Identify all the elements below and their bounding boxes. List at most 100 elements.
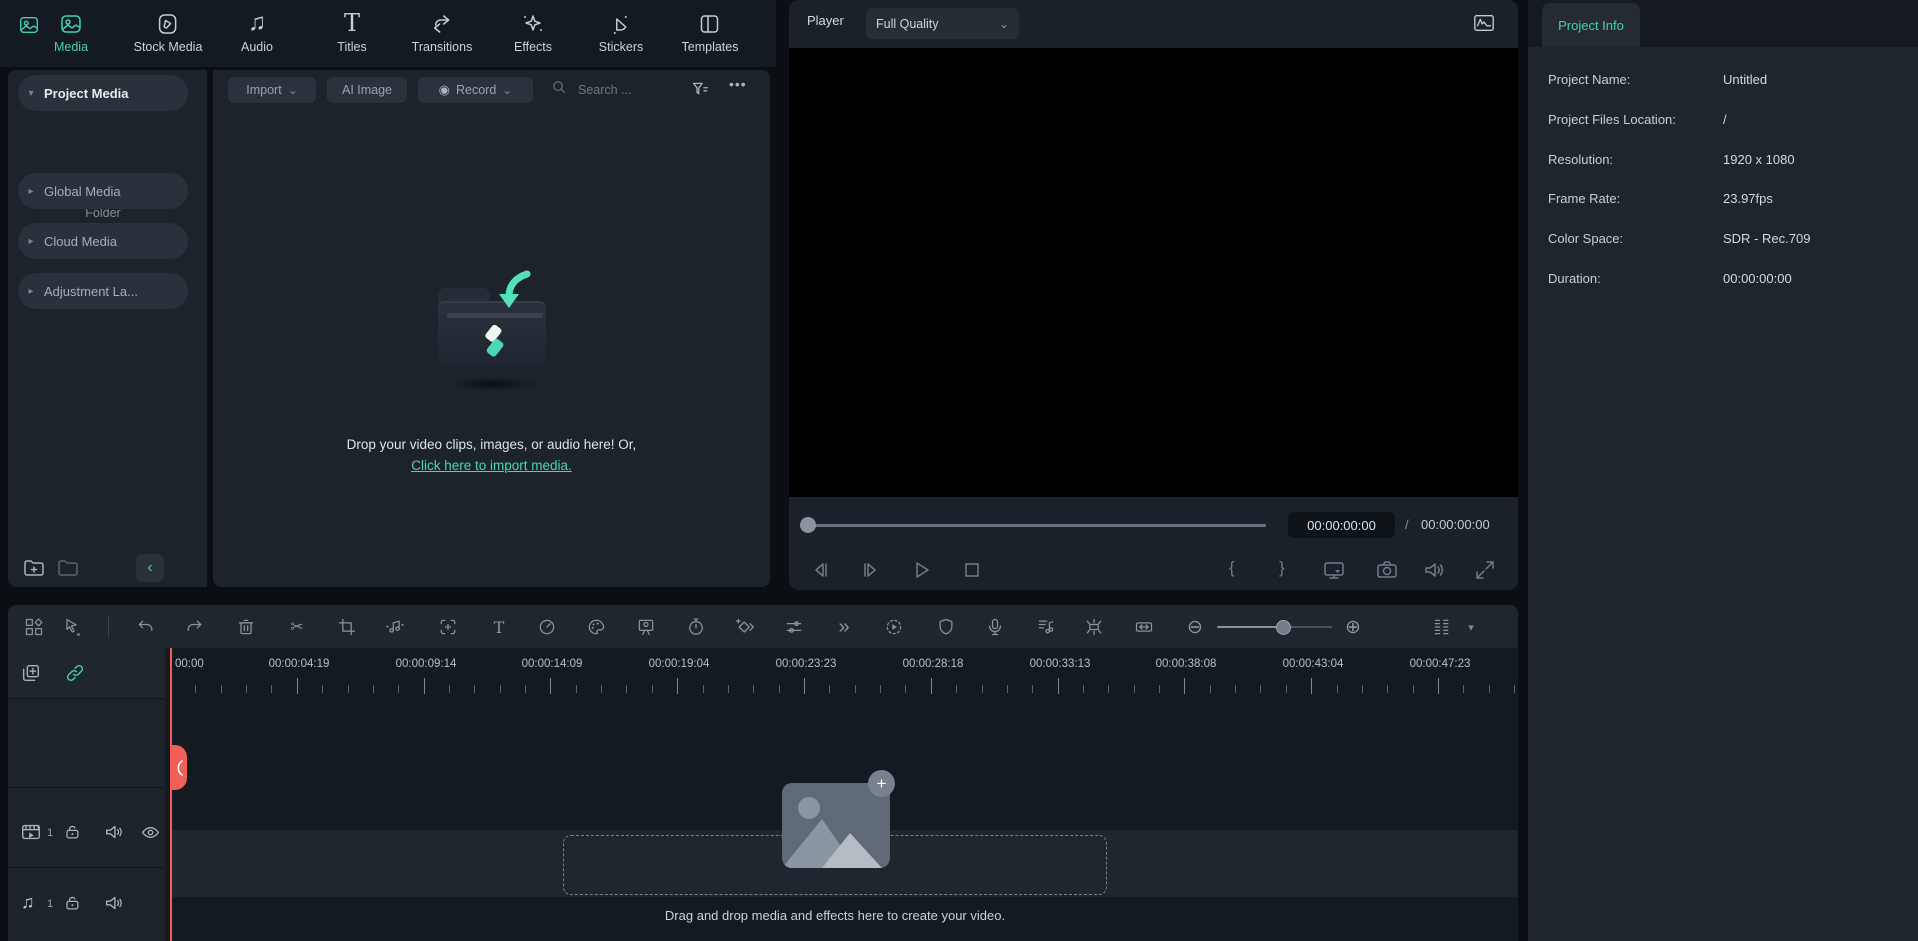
play-button[interactable]: [909, 558, 935, 584]
more-tools-icon[interactable]: »: [833, 616, 855, 638]
tab-stickers[interactable]: Stickers: [599, 8, 643, 54]
tab-stock-media[interactable]: Stock Media: [134, 8, 203, 54]
triangle-right-icon: ▸: [18, 236, 44, 247]
project-name-value: Untitled: [1723, 72, 1767, 87]
select-tool-icon[interactable]: [61, 616, 83, 638]
record-button[interactable]: ◉ Record ⌄: [418, 77, 533, 103]
track-manager-icon[interactable]: [1431, 616, 1453, 638]
crop-icon[interactable]: [336, 616, 358, 638]
timeline-ruler[interactable]: 00:00 00:00:04:19 00:00:09:14 00:00:14:0…: [8, 648, 1518, 696]
import-button[interactable]: Import ⌄: [228, 77, 316, 103]
templates-icon: [682, 8, 739, 36]
player-label: Player: [807, 13, 844, 28]
import-media-link[interactable]: Click here to import media.: [213, 458, 770, 473]
player-panel: Player Full Quality ⌄ 00:00:00:00 / 00:0…: [789, 0, 1518, 590]
files-location-value: /: [1723, 112, 1727, 127]
fullscreen-button[interactable]: [1473, 558, 1499, 584]
triangle-right-icon: ▸: [18, 186, 44, 197]
voiceover-mic-icon[interactable]: [984, 616, 1006, 638]
files-location-label: Project Files Location:: [1548, 112, 1676, 127]
sidebar-item-cloud-media[interactable]: ▸ Cloud Media: [18, 223, 188, 259]
tab-templates[interactable]: Templates: [682, 8, 739, 54]
delete-icon[interactable]: [235, 616, 257, 638]
delete-folder-icon[interactable]: [56, 556, 82, 582]
media-manager-icon[interactable]: [23, 616, 45, 638]
track-manager-dropdown-icon[interactable]: ▾: [1460, 616, 1482, 638]
zoom-out-icon[interactable]: ⊖: [1184, 616, 1206, 638]
color-space-value: SDR - Rec.709: [1723, 231, 1810, 246]
collapse-left-icon: ‹: [147, 559, 152, 577]
text-tool-icon[interactable]: T: [488, 616, 510, 638]
filmora-app-window: Media Stock Media ♫ Audio T Titles Trans…: [0, 0, 1918, 941]
fit-timeline-icon[interactable]: [1133, 616, 1155, 638]
new-folder-icon[interactable]: [22, 556, 48, 582]
mark-out-button[interactable]: }: [1279, 558, 1285, 578]
duration-label: Duration:: [1548, 271, 1601, 286]
chroma-key-icon[interactable]: [635, 616, 657, 638]
video-mute-icon[interactable]: [103, 821, 125, 843]
color-space-label: Color Space:: [1548, 231, 1623, 246]
render-preview-icon[interactable]: [883, 616, 905, 638]
snapshot-button[interactable]: [1375, 558, 1401, 584]
tab-titles[interactable]: T Titles: [337, 8, 366, 54]
sidebar-item-project-media[interactable]: ▾ Project Media: [18, 75, 188, 111]
quick-split-icon[interactable]: [1083, 616, 1105, 638]
tab-transitions[interactable]: Transitions: [412, 8, 473, 54]
timer-icon[interactable]: [685, 616, 707, 638]
undo-icon[interactable]: [135, 616, 157, 638]
scopes-icon[interactable]: [1472, 12, 1496, 34]
video-lock-icon[interactable]: [62, 822, 84, 844]
audio-lock-icon[interactable]: [62, 893, 84, 915]
ai-image-button[interactable]: AI Image: [327, 77, 407, 103]
adjustment-icon[interactable]: [783, 616, 805, 638]
mark-in-button[interactable]: {: [1229, 558, 1235, 578]
previous-frame-button[interactable]: [809, 558, 835, 584]
chevron-down-icon: ⌄: [288, 85, 298, 95]
more-options-icon[interactable]: •••: [729, 76, 747, 92]
duration-value: 00:00:00:00: [1723, 271, 1792, 286]
audio-stretch-icon[interactable]: [1035, 616, 1057, 638]
shield-icon[interactable]: [935, 616, 957, 638]
tab-effects[interactable]: Effects: [514, 8, 552, 54]
seek-handle[interactable]: [800, 517, 816, 533]
quality-select[interactable]: Full Quality ⌄: [866, 8, 1019, 39]
tab-project-info[interactable]: Project Info: [1542, 3, 1640, 47]
collapse-sidebar-button[interactable]: ‹: [136, 554, 164, 582]
keyframe-icon[interactable]: [734, 616, 756, 638]
seek-bar[interactable]: [808, 524, 1266, 527]
video-visibility-icon[interactable]: [140, 822, 162, 844]
volume-button[interactable]: [1422, 558, 1448, 584]
display-device-button[interactable]: [1322, 558, 1348, 584]
add-media-plus-icon[interactable]: +: [868, 770, 895, 797]
next-frame-button[interactable]: [858, 558, 884, 584]
sidebar-item-adjustment-layer[interactable]: ▸ Adjustment La...: [18, 273, 188, 309]
redo-icon[interactable]: [183, 616, 205, 638]
search-input[interactable]: Search ...: [551, 77, 632, 103]
stop-button[interactable]: [960, 558, 986, 584]
record-icon: ◉: [439, 82, 450, 98]
zoom-in-icon[interactable]: ⊕: [1342, 616, 1364, 638]
filter-icon[interactable]: [690, 79, 711, 105]
search-icon: [551, 79, 568, 101]
sidebar-item-global-media[interactable]: ▸ Global Media: [18, 173, 188, 209]
timeline-zoom-handle[interactable]: [1276, 620, 1291, 635]
speed-icon[interactable]: [536, 616, 558, 638]
drop-hint-text: Drop your video clips, images, or audio …: [213, 437, 770, 452]
timeline-zoom-slider[interactable]: [1217, 626, 1332, 628]
playhead-line[interactable]: [170, 648, 172, 941]
playhead-handle[interactable]: [172, 745, 187, 790]
split-scissors-icon[interactable]: ✂: [286, 616, 308, 638]
audio-detach-icon[interactable]: [384, 616, 406, 638]
color-palette-icon[interactable]: [585, 616, 607, 638]
project-name-label: Project Name:: [1548, 72, 1630, 87]
tab-audio[interactable]: ♫ Audio: [241, 8, 273, 54]
add-freeze-frame-icon[interactable]: [437, 616, 459, 638]
audio-mute-icon[interactable]: [103, 892, 125, 914]
timeline-area: 1 ♫ 1 00:00 00:00:04:: [8, 648, 1518, 941]
top-nav-bar: Media Stock Media ♫ Audio T Titles Trans…: [0, 0, 776, 67]
tab-media[interactable]: Media: [54, 8, 88, 54]
triangle-down-icon: ▾: [18, 88, 44, 99]
current-timecode[interactable]: 00:00:00:00: [1288, 512, 1395, 538]
media-library-icon[interactable]: [18, 14, 40, 36]
import-folder-illustration[interactable]: [435, 285, 550, 400]
